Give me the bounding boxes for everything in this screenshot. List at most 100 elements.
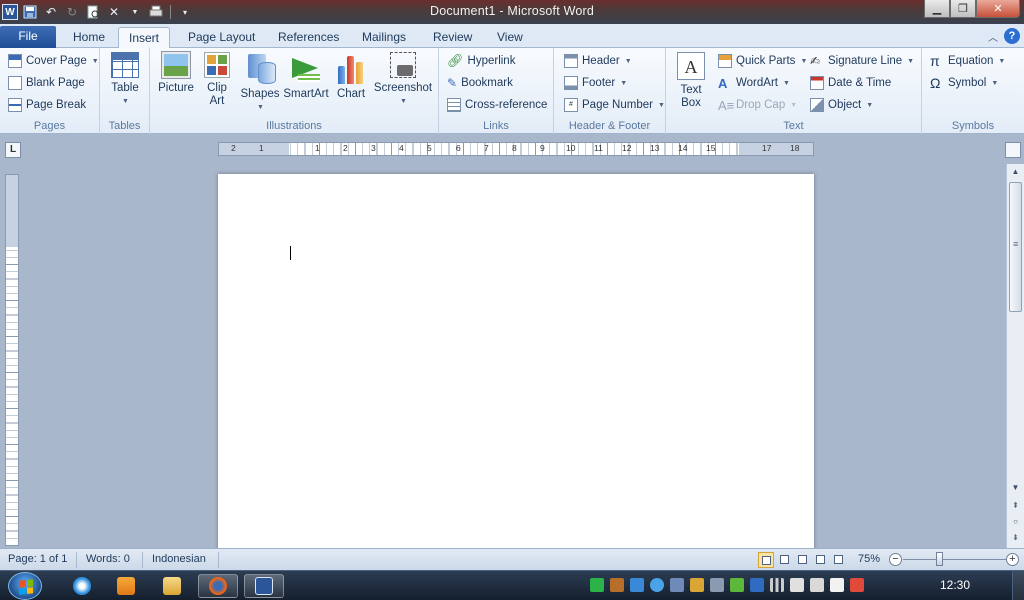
print-layout-view-button[interactable] <box>758 552 774 568</box>
battery-icon[interactable] <box>790 578 804 592</box>
clip-art-button[interactable]: Clip Art <box>202 52 232 108</box>
screenshot-button[interactable]: Screenshot ▼ <box>372 52 434 108</box>
scroll-thumb[interactable] <box>1009 182 1022 312</box>
quick-parts-button[interactable]: Quick Parts ▼ <box>718 51 807 71</box>
shapes-button[interactable]: Shapes ▼ <box>240 52 280 114</box>
taskbar-explorer[interactable] <box>152 574 192 598</box>
cover-page-button[interactable]: Cover Page ▼ <box>8 51 99 71</box>
next-page-icon[interactable]: ⇟ <box>1007 530 1024 546</box>
date-time-button[interactable]: Date & Time <box>810 73 891 93</box>
browse-object-icon[interactable]: ○ <box>1007 514 1024 530</box>
group-illustrations: Picture Clip Art Shapes ▼ SmartArt Chart <box>150 48 439 134</box>
zoom-level[interactable]: 75% <box>858 553 880 565</box>
show-desktop-button[interactable] <box>1012 571 1024 600</box>
shield-tray-icon[interactable] <box>750 578 764 592</box>
hyperlink-button[interactable]: 🔗︎ Hyperlink <box>447 51 515 71</box>
tab-view[interactable]: View <box>487 27 533 48</box>
maximize-button[interactable]: ❐ <box>950 0 976 18</box>
recycle-tray-icon[interactable] <box>730 578 744 592</box>
outline-view-button[interactable] <box>813 552 829 568</box>
clip-art-label-2: Art <box>209 95 225 107</box>
tab-review[interactable]: Review <box>423 27 482 48</box>
tab-page-layout[interactable]: Page Layout <box>178 27 265 48</box>
app-tray-icon[interactable] <box>610 578 624 592</box>
taskbar-clock[interactable]: 12:30 <box>940 578 970 592</box>
speaker-muted-icon[interactable] <box>850 578 864 592</box>
wordart-button[interactable]: A WordArt ▼ <box>718 73 790 93</box>
group-label-text: Text <box>783 120 804 132</box>
chart-label: Chart <box>336 88 366 100</box>
bookmark-button[interactable]: ✎ Bookmark <box>447 73 513 93</box>
zoom-slider-thumb[interactable] <box>936 552 943 566</box>
horizontal-ruler[interactable]: 2 1 1 2 3 4 5 6 7 8 9 10 11 12 13 14 15 … <box>218 142 814 156</box>
page-break-button[interactable]: Page Break <box>8 95 86 115</box>
tab-references[interactable]: References <box>268 27 349 48</box>
taskbar-firefox[interactable] <box>198 574 238 598</box>
scroll-up-icon[interactable]: ▲ <box>1007 164 1024 180</box>
signal-icon[interactable] <box>770 578 784 592</box>
start-button[interactable] <box>8 572 42 600</box>
draft-view-button[interactable] <box>831 552 847 568</box>
smartart-button[interactable]: SmartArt <box>282 52 330 101</box>
taskbar-word[interactable] <box>244 574 284 598</box>
vertical-ruler[interactable] <box>5 174 19 546</box>
page-number-button[interactable]: # Page Number ▼ <box>564 95 665 115</box>
tab-home[interactable]: Home <box>63 27 115 48</box>
chart-tray-icon[interactable] <box>690 578 704 592</box>
signature-line-button[interactable]: ✍︎ Signature Line ▼ <box>810 51 914 71</box>
window-controls: ▁ ❐ ✕ <box>924 0 1020 18</box>
table-button[interactable]: Table ▼ <box>108 52 142 108</box>
web-layout-button[interactable] <box>795 552 811 568</box>
picture-button[interactable]: Picture <box>158 51 194 95</box>
volume-icon[interactable] <box>810 578 824 592</box>
flag-green-icon[interactable] <box>590 578 604 592</box>
display-tray-icon[interactable] <box>710 578 724 592</box>
header-button[interactable]: Header ▼ <box>564 51 632 71</box>
chevron-down-icon: ▼ <box>400 98 407 105</box>
minimize-button[interactable]: ▁ <box>924 0 950 18</box>
monitor-tray-icon[interactable] <box>630 578 644 592</box>
tab-file[interactable]: File <box>0 26 56 48</box>
tab-mailings[interactable]: Mailings <box>352 27 416 48</box>
object-button[interactable]: Object ▼ <box>810 95 873 115</box>
help-icon[interactable]: ? <box>1004 28 1020 44</box>
zoom-slider[interactable] <box>903 559 1007 560</box>
document-page[interactable] <box>218 174 814 548</box>
text-box-button[interactable]: A Text Box <box>674 52 708 110</box>
zoom-in-icon[interactable]: + <box>1006 553 1019 566</box>
chevron-down-icon: ▼ <box>790 101 798 109</box>
minimize-icon: ▁ <box>932 3 942 15</box>
drop-cap-button[interactable]: A≡ Drop Cap ▼ <box>718 95 797 115</box>
previous-page-icon[interactable]: ⇞ <box>1007 498 1024 514</box>
full-screen-reading-button[interactable] <box>777 552 793 568</box>
vertical-scrollbar[interactable]: ▲ ▼ ⇞ ○ ⇟ <box>1006 164 1024 548</box>
windows-logo-icon <box>19 579 33 595</box>
taskbar-internet-explorer[interactable] <box>62 574 102 598</box>
status-separator <box>76 552 77 568</box>
tab-insert[interactable]: Insert <box>118 27 171 49</box>
taskbar-media-player[interactable] <box>106 574 146 598</box>
word-count[interactable]: Words: 0 <box>86 553 130 565</box>
blank-page-button[interactable]: Blank Page <box>8 73 85 93</box>
symbol-button[interactable]: Ω Symbol ▼ <box>930 73 998 93</box>
chevron-down-icon: ▼ <box>257 104 264 111</box>
zoom-out-icon[interactable]: − <box>889 553 902 566</box>
page-count[interactable]: Page: 1 of 1 <box>8 553 67 565</box>
ruler-number: 14 <box>678 143 688 153</box>
scroll-down-icon[interactable]: ▼ <box>1007 480 1024 496</box>
language-indicator[interactable]: Indonesian <box>152 553 206 565</box>
cross-reference-button[interactable]: Cross-reference <box>447 95 547 115</box>
equation-button[interactable]: π Equation ▼ <box>930 51 1005 71</box>
chart-button[interactable]: Chart <box>334 52 368 101</box>
bluetooth-icon[interactable] <box>670 578 684 592</box>
footer-button[interactable]: Footer ▼ <box>564 73 627 93</box>
network-globe-icon[interactable] <box>650 578 664 592</box>
view-ruler-icon[interactable] <box>1005 142 1021 158</box>
tab-stop-selector[interactable]: L <box>5 142 21 158</box>
minimize-ribbon-icon[interactable]: ︿ <box>988 29 998 44</box>
drop-cap-label: Drop Cap <box>736 99 786 111</box>
action-center-flag-icon[interactable] <box>830 578 844 592</box>
close-button[interactable]: ✕ <box>976 0 1020 18</box>
internet-explorer-icon <box>73 577 91 595</box>
ruler-number: 6 <box>456 143 461 153</box>
